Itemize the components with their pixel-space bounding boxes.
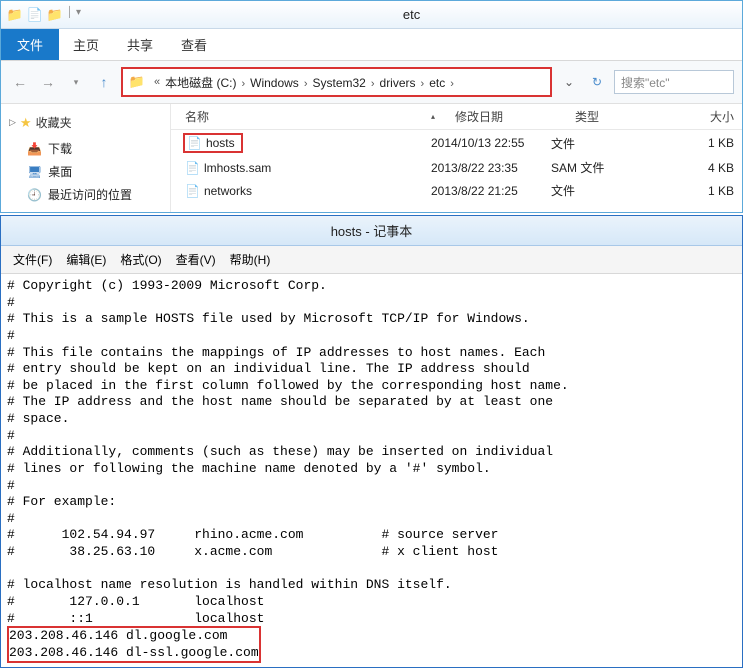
col-date[interactable]: 修改日期 <box>455 108 575 125</box>
favorites-header[interactable]: ▷ 收藏夹 <box>9 114 162 131</box>
file-icon <box>185 161 204 175</box>
desk-ico <box>27 165 42 179</box>
col-size[interactable]: 大小 <box>675 108 742 125</box>
file-icon <box>187 136 206 150</box>
breadcrumb[interactable]: System32 <box>312 76 365 90</box>
address-bar[interactable]: « 本地磁盘 (C:)›Windows›System32›drivers›etc… <box>121 67 552 97</box>
ribbon-tab[interactable]: 主页 <box>59 29 113 60</box>
menu-item[interactable]: 文件(F) <box>7 249 58 270</box>
star-icon <box>20 115 32 131</box>
menu-item[interactable]: 查看(V) <box>170 249 222 270</box>
file-type: 文件 <box>551 135 651 152</box>
sort-icon: ▴ <box>431 112 455 121</box>
folder-icon <box>7 7 23 23</box>
col-name[interactable]: 名称 <box>171 108 431 125</box>
qat-separator: │ ▾ <box>67 7 81 23</box>
paper-icon <box>27 7 43 23</box>
dl-ico <box>27 142 42 156</box>
chevron-right-icon: › <box>445 78 459 90</box>
file-date: 2013/8/22 21:25 <box>431 184 551 198</box>
chevron-right-icon: › <box>236 78 250 90</box>
menu-item[interactable]: 编辑(E) <box>60 249 112 270</box>
search-placeholder: 搜索"etc" <box>621 74 670 91</box>
sidebar-item[interactable]: 下载 <box>9 137 162 160</box>
window-title: etc <box>87 7 736 22</box>
chevron-icon: « <box>149 76 165 88</box>
folder-icon <box>129 74 145 90</box>
notepad-title: hosts - 记事本 <box>1 216 742 246</box>
recent-dropdown[interactable]: ▾ <box>65 71 87 93</box>
file-size: 1 KB <box>651 136 742 150</box>
ribbon-tab[interactable]: 查看 <box>167 29 221 60</box>
titlebar: │ ▾ etc <box>1 1 742 29</box>
recent-ico <box>27 188 42 202</box>
back-button[interactable]: ← <box>9 71 31 93</box>
explorer-window: │ ▾ etc 文件 主页共享查看 ← → ▾ ↑ « 本地磁盘 (C:)›Wi… <box>0 0 743 213</box>
folder-icon <box>47 7 63 23</box>
hosts-text: # Copyright (c) 1993-2009 Microsoft Corp… <box>7 278 569 626</box>
sidebar-item[interactable]: 最近访问的位置 <box>9 183 162 206</box>
file-name: hosts <box>171 133 431 153</box>
file-name: lmhosts.sam <box>171 161 431 175</box>
breadcrumb[interactable]: 本地磁盘 (C:) <box>165 76 236 90</box>
nav-row: ← → ▾ ↑ « 本地磁盘 (C:)›Windows›System32›dri… <box>1 61 742 104</box>
up-button[interactable]: ↑ <box>93 71 115 93</box>
breadcrumb[interactable]: drivers <box>380 76 416 90</box>
address-dropdown[interactable]: ⌄ <box>558 75 580 89</box>
file-size: 4 KB <box>651 161 742 175</box>
ribbon-tab[interactable]: 共享 <box>113 29 167 60</box>
file-list: 名称 ▴ 修改日期 类型 大小 hosts2014/10/13 22:55文件1… <box>171 104 742 212</box>
file-date: 2014/10/13 22:55 <box>431 136 551 150</box>
file-icon <box>185 184 204 198</box>
file-name: networks <box>171 184 431 198</box>
file-row[interactable]: lmhosts.sam2013/8/22 23:35SAM 文件4 KB <box>171 156 742 179</box>
menu-item[interactable]: 帮助(H) <box>224 249 277 270</box>
chevron-right-icon: › <box>416 78 430 90</box>
breadcrumb[interactable]: Windows <box>250 76 299 90</box>
file-date: 2013/8/22 23:35 <box>431 161 551 175</box>
file-size: 1 KB <box>651 184 742 198</box>
file-row[interactable]: hosts2014/10/13 22:55文件1 KB <box>171 130 742 156</box>
notepad-menu: 文件(F)编辑(E)格式(O)查看(V)帮助(H) <box>1 246 742 274</box>
forward-button[interactable]: → <box>37 71 59 93</box>
chevron-right-icon: › <box>299 78 313 90</box>
breadcrumb[interactable]: etc <box>429 76 445 90</box>
col-type[interactable]: 类型 <box>575 108 675 125</box>
file-row[interactable]: networks2013/8/22 21:25文件1 KB <box>171 179 742 202</box>
column-headers: 名称 ▴ 修改日期 类型 大小 <box>171 104 742 130</box>
file-type: SAM 文件 <box>551 159 651 176</box>
search-input[interactable]: 搜索"etc" <box>614 70 734 94</box>
refresh-button[interactable]: ↻ <box>586 75 608 89</box>
sidebar-item[interactable]: 桌面 <box>9 160 162 183</box>
sidebar: ▷ 收藏夹 下载桌面最近访问的位置 <box>1 104 171 212</box>
collapse-icon: ▷ <box>9 117 16 128</box>
highlighted-lines: 203.208.46.146 dl.google.com 203.208.46.… <box>7 626 261 663</box>
ribbon: 文件 主页共享查看 <box>1 29 742 61</box>
notepad-body[interactable]: # Copyright (c) 1993-2009 Microsoft Corp… <box>1 274 742 667</box>
file-tab[interactable]: 文件 <box>1 29 59 60</box>
menu-item[interactable]: 格式(O) <box>114 249 167 270</box>
chevron-right-icon: › <box>366 78 380 90</box>
notepad-window: hosts - 记事本 文件(F)编辑(E)格式(O)查看(V)帮助(H) # … <box>0 215 743 668</box>
file-type: 文件 <box>551 182 651 199</box>
